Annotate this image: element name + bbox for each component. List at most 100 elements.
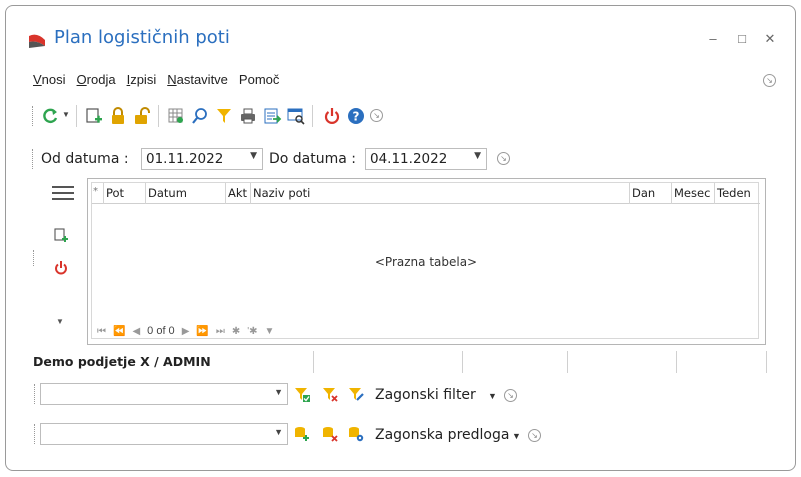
toolbar-separator — [158, 105, 159, 127]
column-header-indicator[interactable]: * — [92, 183, 104, 204]
templatebar-expand-icon[interactable]: ↘ — [528, 429, 541, 442]
new-document-icon[interactable] — [84, 106, 104, 126]
append-record-icon[interactable]: ✱ — [232, 326, 240, 337]
insert-record-icon[interactable]: '✱ — [247, 326, 257, 337]
column-header-datum[interactable]: Datum — [146, 183, 226, 204]
status-divider — [567, 351, 568, 373]
filterbar-grip[interactable] — [34, 384, 37, 404]
date-filter-bar: Od datuma : 01.11.2022 ▼ Do datuma : 04.… — [32, 147, 532, 173]
filterbar-expand-icon[interactable]: ↘ — [504, 389, 517, 402]
chevron-down-icon[interactable]: ▼ — [474, 151, 481, 161]
column-header-dan[interactable]: Dan — [630, 183, 672, 204]
grid-settings-icon[interactable] — [166, 106, 186, 126]
first-page-icon[interactable]: ⏮ — [97, 326, 106, 337]
from-date-field[interactable]: 01.11.2022 ▼ — [141, 148, 263, 170]
status-bar: Demo podjetje X / ADMIN — [33, 351, 796, 375]
startup-filter-select[interactable]: ▼ — [40, 383, 288, 405]
company-user-label: Demo podjetje X / ADMIN — [33, 354, 211, 369]
filter-dropdown-icon[interactable]: ▼ — [488, 391, 497, 401]
status-divider — [676, 351, 677, 373]
sidebar-grip[interactable] — [33, 250, 35, 266]
column-header-naziv-poti[interactable]: Naziv poti — [251, 183, 630, 204]
remove-template-icon[interactable] — [322, 426, 338, 442]
power-icon[interactable] — [322, 106, 342, 126]
data-grid: * Pot Datum Akt Naziv poti Dan Mesec Ted… — [87, 178, 766, 345]
hamburger-menu-icon[interactable] — [52, 186, 74, 202]
status-divider — [462, 351, 463, 373]
filter-record-icon[interactable]: ▼ — [265, 326, 275, 337]
sidebar-more-icon[interactable]: ▼ — [56, 317, 64, 326]
startup-template-bar: ▼ Zagonska predloga ▼ ↘ — [34, 422, 554, 448]
from-date-label: Od datuma : — [41, 151, 129, 167]
from-date-value: 01.11.2022 — [146, 151, 224, 167]
toolbar-separator — [76, 105, 77, 127]
menu-item-izpisi[interactable]: Izpisi — [127, 72, 157, 92]
grid-body: * Pot Datum Akt Naziv poti Dan Mesec Ted… — [91, 182, 760, 339]
status-divider — [313, 351, 314, 373]
add-template-icon[interactable] — [294, 426, 310, 442]
grid-navigator: ⏮ ⏪ ◀ 0 of 0 ▶ ⏩ ⏭ ✱ '✱ ▼ — [97, 325, 274, 337]
export-icon[interactable] — [262, 106, 282, 126]
column-header-akt[interactable]: Akt — [226, 183, 251, 204]
empty-table-message: <Prazna tabela> — [374, 255, 478, 269]
chevron-down-icon[interactable]: ▼ — [250, 151, 257, 161]
menu-bar: Vnosi Orodja Izpisi Nastavitve Pomoč — [33, 72, 279, 92]
minimize-button[interactable]: – — [704, 30, 722, 48]
title-bar: Plan logističnih poti – □ ✕ — [6, 6, 795, 64]
column-header-pot[interactable]: Pot — [104, 183, 146, 204]
datebar-expand-icon[interactable]: ↘ — [497, 152, 510, 165]
next-page-icon[interactable]: ⏩ — [196, 326, 208, 337]
window-title: Plan logističnih poti — [54, 27, 230, 48]
table-search-icon[interactable] — [286, 106, 306, 126]
startup-template-select[interactable]: ▼ — [40, 423, 288, 445]
next-record-icon[interactable]: ▶ — [182, 326, 190, 337]
maximize-button[interactable]: □ — [733, 30, 751, 48]
new-record-icon[interactable] — [53, 227, 69, 243]
lock-icon[interactable] — [108, 106, 128, 126]
print-icon[interactable] — [238, 106, 258, 126]
menu-item-orodja[interactable]: Orodja — [77, 72, 116, 92]
toolbar-grip[interactable] — [32, 106, 35, 126]
startup-filter-bar: ▼ Zagonski filter ▼ ↘ — [34, 382, 554, 408]
toolbar-expand-icon[interactable]: ↘ — [370, 109, 383, 122]
remove-filter-icon[interactable] — [322, 386, 338, 402]
menu-item-pomoc[interactable]: Pomoč — [239, 72, 279, 92]
help-icon[interactable]: ? — [346, 106, 366, 126]
to-date-value: 04.11.2022 — [370, 151, 448, 167]
status-divider — [766, 351, 767, 373]
template-dropdown-icon[interactable]: ▼ — [512, 431, 521, 441]
power-icon[interactable] — [53, 260, 69, 276]
datebar-grip[interactable] — [32, 149, 35, 169]
refresh-dropdown-icon[interactable]: ▼ — [62, 110, 70, 119]
refresh-icon[interactable] — [40, 106, 60, 126]
column-header-mesec[interactable]: Mesec — [672, 183, 715, 204]
grid-header-row: * Pot Datum Akt Naziv poti Dan Mesec Ted… — [92, 183, 760, 204]
template-settings-icon[interactable] — [348, 426, 364, 442]
toolbar-separator — [312, 105, 313, 127]
startup-filter-label[interactable]: Zagonski filter — [375, 387, 476, 403]
menu-item-vnosi[interactable]: Vnosi — [33, 72, 66, 92]
filter-icon[interactable] — [214, 106, 234, 126]
chevron-down-icon[interactable]: ▼ — [274, 387, 283, 397]
menu-item-nastavitve[interactable]: Nastavitve — [167, 72, 228, 92]
last-page-icon[interactable]: ⏭ — [216, 326, 225, 337]
close-button[interactable]: ✕ — [761, 30, 779, 48]
to-date-label: Do datuma : — [269, 151, 357, 167]
templatebar-grip[interactable] — [34, 424, 37, 444]
to-date-field[interactable]: 04.11.2022 ▼ — [365, 148, 487, 170]
previous-record-icon[interactable]: ◀ — [132, 326, 140, 337]
edit-filter-icon[interactable] — [348, 386, 364, 402]
app-window: Plan logističnih poti – □ ✕ Vnosi Orodja… — [5, 5, 796, 471]
main-toolbar: ▼ ? ↘ — [32, 102, 472, 132]
search-icon[interactable] — [190, 106, 210, 126]
app-logo-icon — [27, 34, 47, 48]
startup-template-label[interactable]: Zagonska predloga — [375, 427, 509, 443]
apply-filter-icon[interactable] — [294, 386, 310, 402]
previous-page-icon[interactable]: ⏪ — [113, 326, 125, 337]
menu-expand-icon[interactable]: ↘ — [763, 74, 776, 87]
page-indicator: 0 of 0 — [147, 325, 175, 337]
column-header-teden[interactable]: Teden — [715, 183, 760, 204]
chevron-down-icon[interactable]: ▼ — [274, 427, 283, 437]
unlock-icon[interactable] — [132, 106, 152, 126]
svg-text:?: ? — [353, 110, 360, 124]
